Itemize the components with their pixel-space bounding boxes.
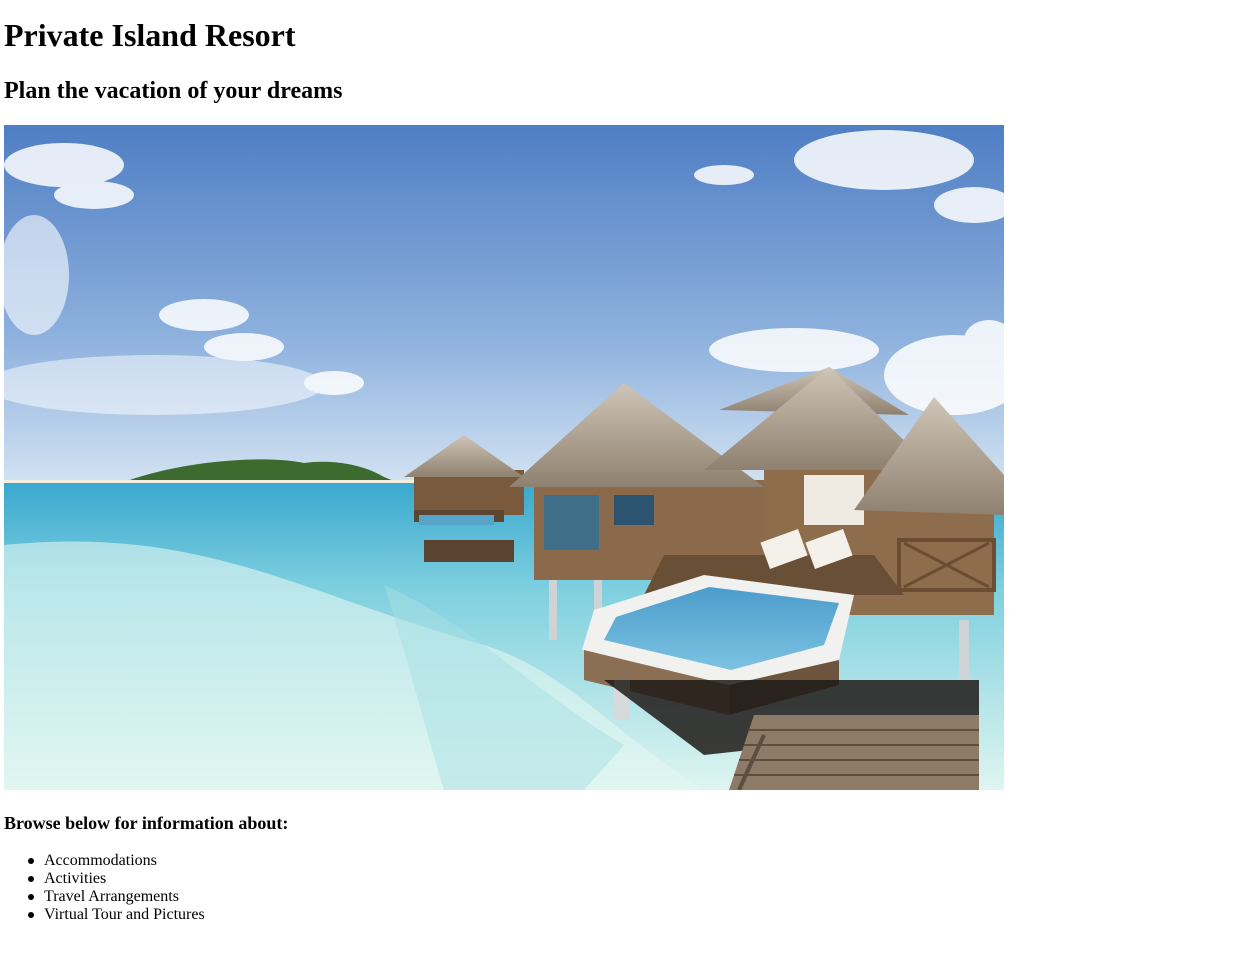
topic-travel-arrangements[interactable]: Travel Arrangements bbox=[44, 888, 179, 905]
topics-list: Accommodations Activities Travel Arrange… bbox=[4, 852, 205, 924]
bullet-icon bbox=[28, 876, 34, 882]
page-subtitle: Plan the vacation of your dreams bbox=[4, 78, 343, 104]
topic-activities[interactable]: Activities bbox=[44, 870, 106, 887]
hero-image bbox=[4, 125, 1004, 790]
list-item: Travel Arrangements bbox=[28, 888, 205, 906]
browse-heading: Browse below for information about: bbox=[4, 813, 289, 833]
bullet-icon bbox=[28, 912, 34, 918]
bullet-icon bbox=[28, 858, 34, 864]
page-title: Private Island Resort bbox=[4, 17, 296, 53]
list-item: Accommodations bbox=[28, 852, 205, 870]
list-item: Virtual Tour and Pictures bbox=[28, 906, 205, 924]
topic-virtual-tour[interactable]: Virtual Tour and Pictures bbox=[44, 906, 205, 923]
list-item: Activities bbox=[28, 870, 205, 888]
bullet-icon bbox=[28, 894, 34, 900]
topic-accommodations[interactable]: Accommodations bbox=[44, 852, 157, 869]
